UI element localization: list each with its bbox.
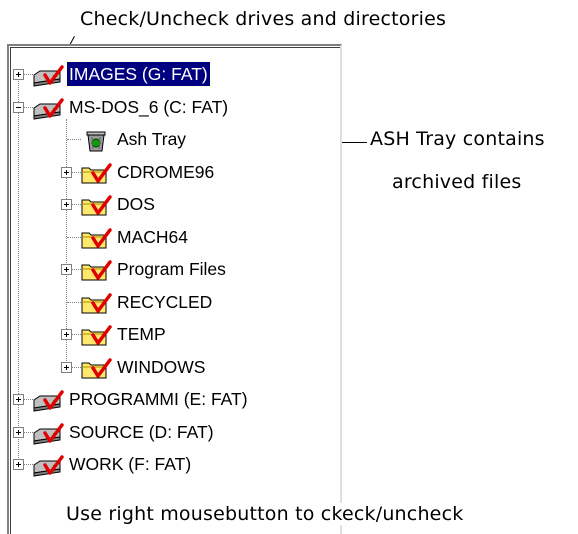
collapse-button[interactable] (13, 101, 24, 113)
annotation-top: Check/Uncheck drives and directories (80, 8, 447, 30)
expand-button[interactable] (61, 199, 72, 210)
drive-checked-icon[interactable] (31, 62, 65, 88)
drive-checked-icon[interactable] (31, 420, 65, 446)
folder-checked-icon[interactable] (79, 322, 113, 348)
folder-checked-icon[interactable] (79, 192, 113, 218)
tree-item-label[interactable]: Program Files (115, 257, 228, 281)
tree-item[interactable]: CDROME96 (9, 160, 339, 190)
tree-item[interactable]: PROGRAMMI (E: FAT) (9, 387, 339, 417)
expand-button[interactable] (61, 166, 72, 178)
drive-checked-icon[interactable] (31, 387, 65, 413)
tree-item-label[interactable]: DOS (115, 192, 157, 216)
tree-item[interactable]: MS-DOS_6 (C: FAT) (9, 95, 339, 125)
tree-item-label[interactable]: WORK (F: FAT) (67, 452, 193, 476)
tree-item[interactable]: SOURCE (D: FAT) (9, 420, 339, 450)
tree-item[interactable]: TEMP (9, 322, 339, 352)
tree-item-label[interactable]: MS-DOS_6 (C: FAT) (67, 95, 230, 119)
ash-tray-icon[interactable] (79, 127, 113, 153)
tree-item-label[interactable]: CDROME96 (115, 160, 216, 184)
tree-item[interactable]: WINDOWS (9, 355, 339, 385)
expand-button[interactable] (61, 329, 72, 340)
drive-checked-icon[interactable] (31, 452, 65, 478)
folder-checked-icon[interactable] (79, 290, 113, 316)
annotation-ashtray-line2: archived files (392, 171, 522, 193)
tree-item-label[interactable]: PROGRAMMI (E: FAT) (67, 387, 250, 411)
tree-item-label[interactable]: Ash Tray (115, 127, 188, 151)
tree-item-label[interactable]: SOURCE (D: FAT) (67, 420, 216, 444)
tree-item[interactable]: MACH64 (9, 225, 339, 255)
folder-checked-icon[interactable] (79, 160, 113, 186)
tree-item-label[interactable]: WINDOWS (115, 355, 207, 379)
expand-button[interactable] (61, 264, 72, 275)
tree-item-label[interactable]: MACH64 (115, 225, 190, 249)
tree-item[interactable]: Ash Tray (9, 127, 339, 157)
tree-item-label[interactable]: TEMP (115, 322, 168, 346)
drive-checked-icon[interactable] (31, 95, 65, 121)
folder-checked-icon[interactable] (79, 257, 113, 283)
expand-button[interactable] (13, 394, 24, 405)
tree-item-label[interactable]: IMAGES (G: FAT) (66, 61, 211, 87)
tree-item[interactable]: Program Files (9, 257, 339, 287)
drive-directory-tree[interactable]: IMAGES (G: FAT) MS-DOS_6 (C: FAT) Ash Tray… (7, 44, 342, 534)
expand-button[interactable] (13, 459, 24, 470)
expand-button[interactable] (61, 361, 72, 373)
folder-checked-icon[interactable] (79, 355, 113, 381)
expand-button[interactable] (13, 69, 24, 80)
expand-button[interactable] (13, 426, 24, 438)
tree-item[interactable]: RECYCLED (9, 290, 339, 320)
folder-checked-icon[interactable] (79, 225, 113, 251)
tree-item[interactable]: IMAGES (G: FAT) (9, 61, 339, 92)
annotation-ashtray-line1: ASH Tray contains (370, 128, 545, 150)
tree-item[interactable]: DOS (9, 192, 339, 222)
tree-item[interactable]: WORK (F: FAT) (9, 452, 339, 482)
tree-item-label[interactable]: RECYCLED (115, 290, 214, 314)
annotation-bottom: Use right mousebutton to ckeck/uncheck (66, 503, 464, 525)
